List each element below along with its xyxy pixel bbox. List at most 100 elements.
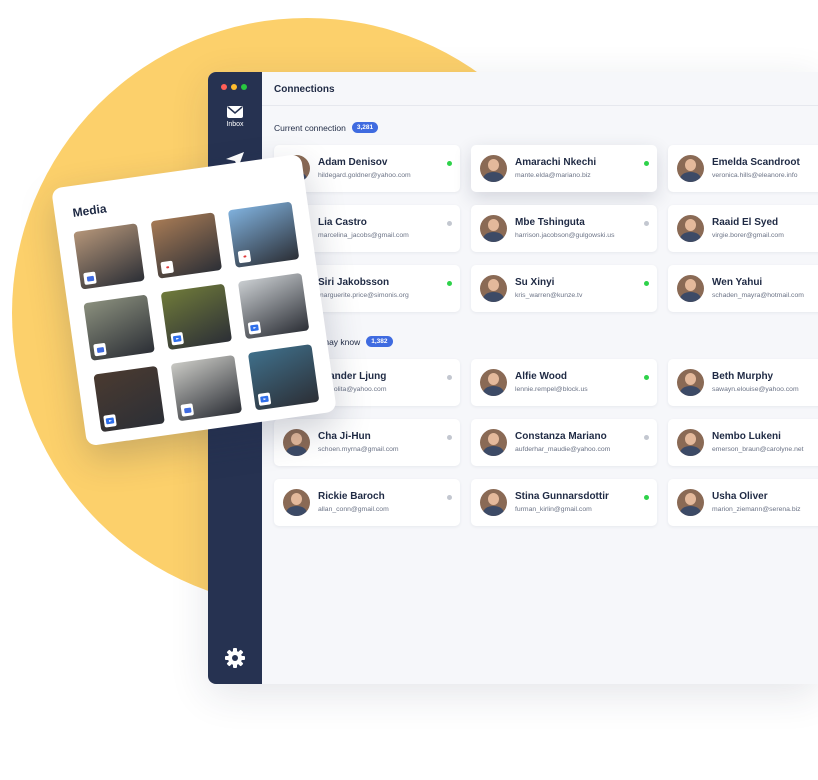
avatar <box>677 215 704 242</box>
contact-card[interactable]: Emelda Scandroot veronica.hills@eleanore.… <box>668 145 818 192</box>
contact-email: mante.elda@mariano.biz <box>515 172 591 179</box>
may-know-header: may know 1,382 <box>322 336 393 347</box>
nav-inbox-label: Inbox <box>226 121 244 128</box>
pdf-file-icon <box>237 249 252 264</box>
status-online-indicator <box>644 495 649 500</box>
window-controls <box>221 84 247 90</box>
contact-name: Usha Oliver <box>712 491 768 502</box>
contact-card[interactable]: Wen Yahui schaden_mayra@hotmail.com <box>668 265 818 312</box>
contact-name: Rickie Baroch <box>318 491 385 502</box>
contact-card[interactable]: Rickie Baroch allan_conn@gmail.com <box>274 479 460 526</box>
contact-name: Lia Castro <box>318 217 367 228</box>
minimize-window-button[interactable] <box>231 84 237 90</box>
current-connection-header: Current connection 3,281 <box>274 122 379 133</box>
may-know-title: may know <box>322 336 361 347</box>
contact-card[interactable]: Usha Oliver marion_ziemann@serena.biz <box>668 479 818 526</box>
status-online-indicator <box>644 281 649 286</box>
contact-name: Wen Yahui <box>712 277 763 288</box>
nav-inbox[interactable]: Inbox <box>208 106 262 128</box>
contact-name: Cha Ji-Hun <box>318 431 371 442</box>
contact-email: sawayn.elouise@yahoo.com <box>712 386 799 393</box>
media-thumbnail[interactable] <box>227 201 300 268</box>
video-file-icon <box>103 414 117 428</box>
contact-email: kris_warren@kunze.tv <box>515 292 583 299</box>
avatar <box>480 489 507 516</box>
video-file-icon <box>170 331 185 346</box>
media-title: Media <box>71 201 108 220</box>
contact-email: hildegard.goldner@yahoo.com <box>318 172 411 179</box>
avatar <box>480 275 507 302</box>
media-thumbnail[interactable] <box>160 283 233 351</box>
status-online-indicator <box>644 161 649 166</box>
gear-icon <box>225 648 245 668</box>
may-know-count-badge: 1,382 <box>366 336 393 347</box>
close-window-button[interactable] <box>221 84 227 90</box>
media-thumbnail[interactable] <box>247 344 320 411</box>
contact-card[interactable]: Stina Gunnarsdottir furman_kirlin@gmail.c… <box>471 479 657 526</box>
nav-settings[interactable] <box>225 648 245 673</box>
avatar <box>677 155 704 182</box>
contact-name: Alfie Wood <box>515 371 568 382</box>
avatar <box>677 429 704 456</box>
contact-email: harrison.jacobson@gulgowski.us <box>515 232 615 239</box>
contact-email: emerson_braun@carolyne.net <box>712 446 804 453</box>
maximize-window-button[interactable] <box>241 84 247 90</box>
status-online-indicator <box>447 281 452 286</box>
status-offline-indicator <box>447 375 452 380</box>
media-thumbnail[interactable] <box>93 365 165 433</box>
video-file-icon <box>257 392 272 406</box>
contact-card[interactable]: Beth Murphy sawayn.elouise@yahoo.com <box>668 359 818 406</box>
video-file-icon <box>247 321 262 335</box>
status-offline-indicator <box>447 435 452 440</box>
contact-name: Raaid El Syed <box>712 217 779 228</box>
contact-card[interactable]: Amarachi Nkechi mante.elda@mariano.biz <box>471 145 657 192</box>
contact-card[interactable]: Alfie Wood lennie.rempel@block.us <box>471 359 657 406</box>
contact-email: virgie.borer@gmail.com <box>712 232 784 239</box>
media-thumbnail[interactable] <box>83 294 155 361</box>
status-offline-indicator <box>447 221 452 226</box>
status-offline-indicator <box>644 221 649 226</box>
contact-name: Constanza Mariano <box>515 431 607 442</box>
contact-card[interactable]: Nembo Lukeni emerson_braun@carolyne.net <box>668 419 818 466</box>
contact-name: Adam Denisov <box>318 157 388 168</box>
media-thumbnail[interactable] <box>150 212 223 279</box>
contact-email: schaden_mayra@hotmail.com <box>712 292 804 299</box>
contact-card[interactable]: Constanza Mariano aufderhar_maudie@yahoo.… <box>471 419 657 466</box>
contact-name: Nembo Lukeni <box>712 431 781 442</box>
contact-email: allan_conn@gmail.com <box>318 506 389 513</box>
contact-email: marion_ziemann@serena.biz <box>712 506 801 513</box>
avatar <box>480 369 507 396</box>
contact-name: Amarachi Nkechi <box>515 157 597 168</box>
avatar <box>480 429 507 456</box>
contact-card[interactable]: Raaid El Syed virgie.borer@gmail.com <box>668 205 818 252</box>
media-thumbnail[interactable] <box>237 272 310 340</box>
contact-name: Su Xinyi <box>515 277 555 288</box>
media-thumbnail[interactable] <box>170 354 243 422</box>
current-connection-title: Current connection <box>274 122 346 133</box>
image-file-icon <box>93 342 107 357</box>
status-online-indicator <box>447 161 452 166</box>
contact-card[interactable]: Mbe Tshinguta harrison.jacobson@gulgowski… <box>471 205 657 252</box>
avatar <box>677 369 704 396</box>
contact-email: schoen.myrna@gmail.com <box>318 446 399 453</box>
avatar <box>283 429 310 456</box>
status-online-indicator <box>644 375 649 380</box>
contact-email: veronica.hills@eleanore.info <box>712 172 798 179</box>
avatar <box>677 275 704 302</box>
status-offline-indicator <box>447 495 452 500</box>
contact-email: lennie.rempel@block.us <box>515 386 588 393</box>
contact-card[interactable]: Su Xinyi kris_warren@kunze.tv <box>471 265 657 312</box>
avatar <box>677 489 704 516</box>
image-file-icon <box>83 271 97 286</box>
contact-card[interactable]: Cha Ji-Hun schoen.myrna@gmail.com <box>274 419 460 466</box>
status-offline-indicator <box>644 435 649 440</box>
contact-name: Beth Murphy <box>712 371 774 382</box>
avatar <box>480 215 507 242</box>
envelope-icon <box>227 106 243 118</box>
media-thumbnail[interactable] <box>73 223 145 290</box>
pdf-file-icon <box>160 260 174 275</box>
media-panel: Media <box>51 153 337 447</box>
avatar <box>283 489 310 516</box>
contact-name: Siri Jakobsson <box>318 277 390 288</box>
main-content: Connections Current connection 3,281 Ada… <box>262 72 818 684</box>
